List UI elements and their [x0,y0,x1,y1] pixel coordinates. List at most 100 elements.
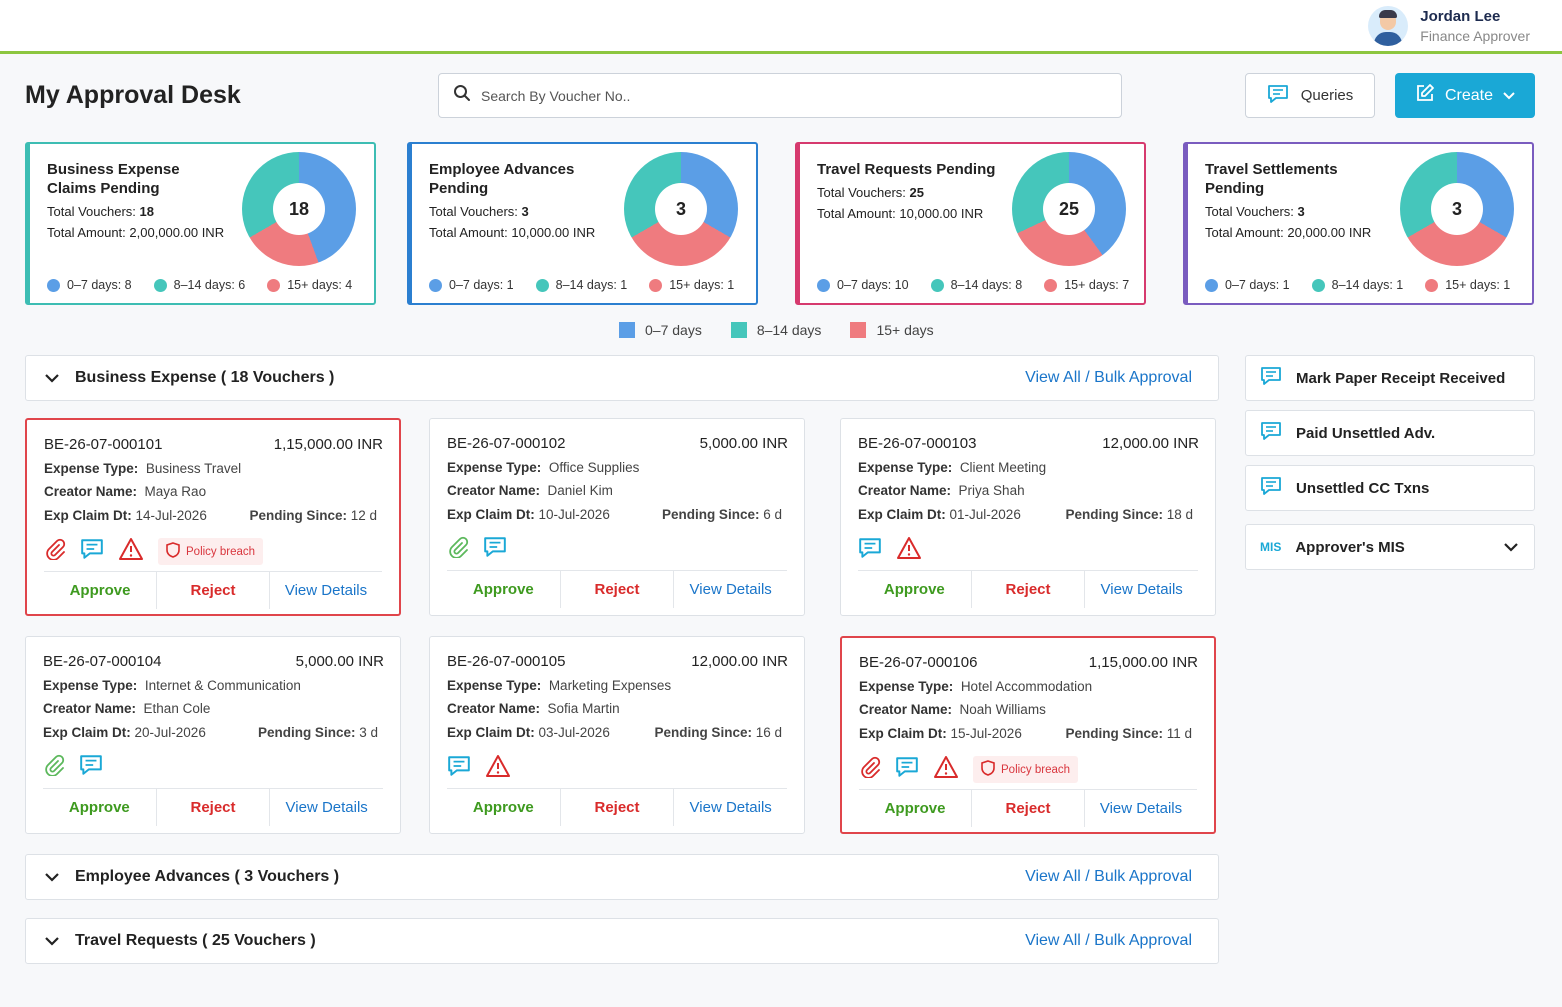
paperclip-icon[interactable] [43,754,65,781]
comment-icon[interactable] [895,756,919,783]
view-details-link[interactable]: View Details [269,789,383,826]
create-button[interactable]: Create [1395,73,1535,118]
warning-icon[interactable] [118,537,144,566]
search-input[interactable] [481,87,1081,104]
reject-button[interactable]: Reject [559,571,674,608]
red-dot-icon [1425,278,1439,292]
comment-icon[interactable] [858,537,882,564]
donut-count: 3 [655,183,707,235]
view-details-link[interactable]: View Details [1084,790,1197,827]
expense-type-row: Expense Type: Internet & Communication [43,678,301,693]
blue-dot-icon [47,278,60,292]
mark-paper-receipt-button[interactable]: Mark Paper Receipt Received [1245,355,1535,401]
paperclip-icon[interactable] [859,756,881,783]
teal-dot-icon [930,278,944,292]
card-legend: 0–7 days: 1 8–14 days: 1 15+ days: 1 [429,278,734,292]
view-all-bulk-approval-link[interactable]: View All / Bulk Approval [1025,932,1192,950]
expense-type-row: Expense Type: Business Travel [44,461,242,476]
summary-card-travel-requests[interactable]: Travel Requests Pending Total Vouchers: … [795,142,1146,305]
creator-row: Creator Name: Priya Shah [858,483,1025,498]
reject-button[interactable]: Reject [971,790,1084,827]
approve-button[interactable]: Approve [44,572,156,609]
paperclip-icon[interactable] [447,536,469,563]
voucher-icons: Policy breach [859,755,1079,784]
unsettled-cc-txns-button[interactable]: Unsettled CC Txns [1245,465,1535,511]
comment-icon[interactable] [447,755,471,782]
view-details-link[interactable]: View Details [673,789,787,826]
summary-card-business-expense[interactable]: Business Expense Claims Pending Total Vo… [25,142,376,305]
reject-button[interactable]: Reject [155,789,270,826]
voucher-card[interactable]: BE-26-07-000104 5,000.00 INR Expense Type:… [25,636,401,834]
chevron-down-icon[interactable] [42,373,62,383]
warning-icon[interactable] [896,536,922,565]
blue-dot-icon [1205,278,1218,292]
comment-icon[interactable] [483,536,507,563]
view-details-link[interactable]: View Details [673,571,787,608]
chevron-down-icon[interactable] [42,872,62,882]
chat-icon [1267,84,1289,108]
legend-label-0-7: 0–7 days [645,322,702,338]
donut-count: 25 [1043,183,1095,235]
side-label: Unsettled CC Txns [1296,479,1430,497]
pending-since: Pending Since: 3 d [257,725,378,740]
voucher-card[interactable]: BE-26-07-000103 12,000.00 INR Expense Type… [840,418,1216,616]
card-title: Employee Advances Pending [429,161,575,197]
creator-row: Creator Name: Daniel Kim [447,483,613,498]
reject-button[interactable]: Reject [156,572,269,609]
voucher-card[interactable]: BE-26-07-000101 1,15,000.00 INR Expense Ty… [25,418,401,616]
card-title: Travel Requests Pending [817,161,996,178]
policy-breach-badge: Policy breach [158,538,264,565]
section-title: Business Expense ( 18 Vouchers ) [75,369,335,386]
view-all-bulk-approval-link[interactable]: View All / Bulk Approval [1025,369,1192,387]
comment-icon[interactable] [79,754,103,781]
approve-button[interactable]: Approve [859,790,971,827]
paperclip-icon[interactable] [44,538,66,565]
view-all-bulk-approval-link[interactable]: View All / Bulk Approval [1025,868,1192,886]
approve-button[interactable]: Approve [447,571,560,608]
red-dot-icon [1044,278,1058,292]
comment-icon[interactable] [80,538,104,565]
claim-date-row: Exp Claim Dt: 01-Jul-2026 [858,507,1021,522]
summary-card-employee-advances[interactable]: Employee Advances Pending Total Vouchers… [407,142,758,305]
approvers-mis-dropdown[interactable]: MIS Approver's MIS [1245,524,1535,570]
voucher-card[interactable]: BE-26-07-000106 1,15,000.00 INR Expense Ty… [840,636,1216,834]
warning-icon[interactable] [933,755,959,784]
approve-button[interactable]: Approve [447,789,560,826]
voucher-actions: Approve Reject View Details [447,788,787,826]
voucher-icons [447,754,511,783]
voucher-number[interactable]: BE-26-07-000104 [43,653,161,670]
reject-button[interactable]: Reject [559,789,674,826]
edit-icon [1415,83,1435,108]
pending-since: Pending Since: 16 d [654,725,782,740]
section-employee-advances[interactable]: Employee Advances ( 3 Vouchers ) View Al… [25,854,1219,900]
chevron-down-icon [1503,87,1515,105]
voucher-number[interactable]: BE-26-07-000105 [447,653,565,670]
voucher-number[interactable]: BE-26-07-000103 [858,435,976,452]
chevron-down-icon[interactable] [42,936,62,946]
card-title: Business Expense Claims Pending [47,161,180,197]
blue-square-icon [619,322,635,338]
summary-card-travel-settlements[interactable]: Travel Settlements Pending Total Voucher… [1183,142,1534,305]
voucher-card[interactable]: BE-26-07-000105 12,000.00 INR Expense Type… [429,636,805,834]
voucher-number[interactable]: BE-26-07-000102 [447,435,565,452]
age-donut-chart: 18 [242,152,356,266]
search-box[interactable] [438,73,1122,118]
approve-button[interactable]: Approve [43,789,156,826]
queries-button[interactable]: Queries [1245,73,1375,118]
view-details-link[interactable]: View Details [1084,571,1198,608]
warning-icon[interactable] [485,754,511,783]
voucher-number[interactable]: BE-26-07-000101 [44,436,162,453]
view-details-link[interactable]: View Details [269,572,382,609]
user-profile[interactable]: Jordan Lee Finance Approver [1368,6,1530,46]
voucher-amount: 12,000.00 INR [1102,435,1199,452]
section-business-expense[interactable]: Business Expense ( 18 Vouchers ) View Al… [25,355,1219,401]
legend-0-7: 0–7 days: 8 [67,278,132,292]
paid-unsettled-adv-button[interactable]: Paid Unsettled Adv. [1245,410,1535,456]
chat-icon [1260,421,1282,445]
section-travel-requests[interactable]: Travel Requests ( 25 Vouchers ) View All… [25,918,1219,964]
approve-button[interactable]: Approve [858,571,971,608]
reject-button[interactable]: Reject [970,571,1085,608]
voucher-card[interactable]: BE-26-07-000102 5,000.00 INR Expense Type:… [429,418,805,616]
voucher-number[interactable]: BE-26-07-000106 [859,654,977,671]
pending-since: Pending Since: 18 d [1065,507,1193,522]
